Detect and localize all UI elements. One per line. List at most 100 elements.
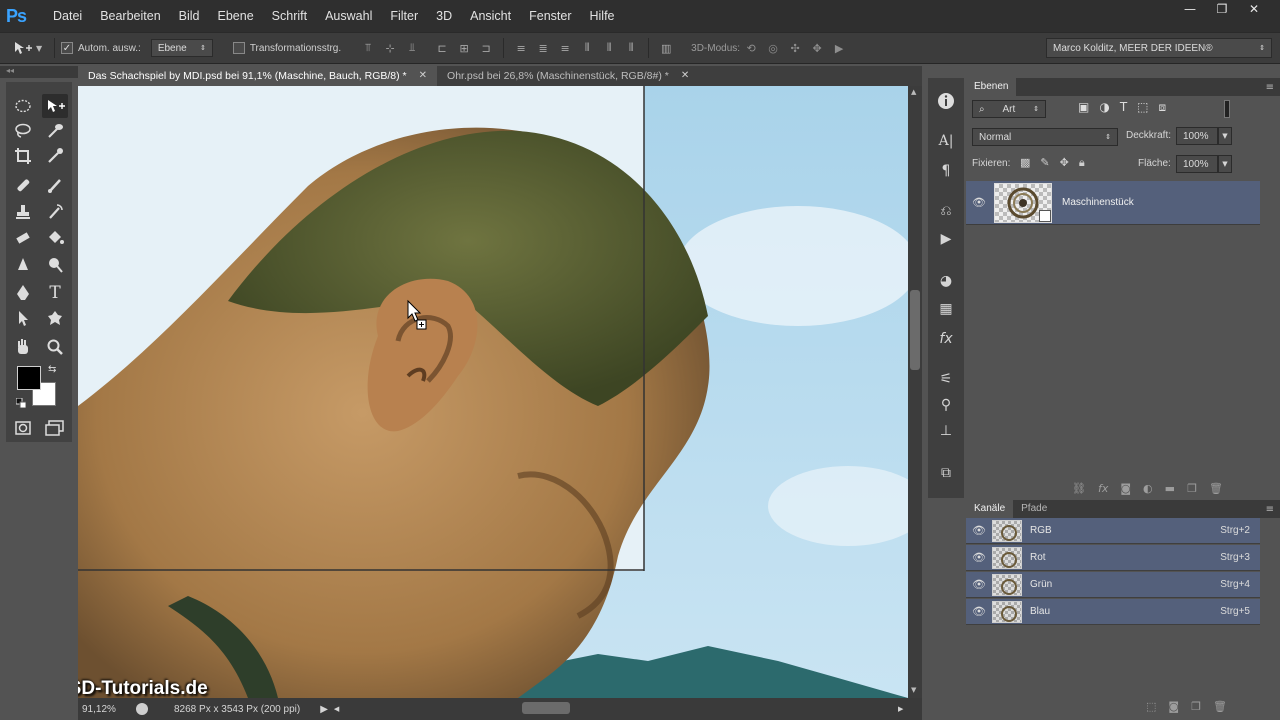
align-vcenter-icon[interactable]: ⊹ [382,41,398,55]
tab-das-schachspiel[interactable]: Das Schachspiel by MDI.psd bei 91,1% (Ma… [78,66,438,86]
auto-align-icon[interactable]: ▥ [658,41,674,55]
zoom-tool-icon[interactable] [42,335,68,359]
path-selection-tool-icon[interactable] [10,306,36,330]
layer-filter-dropdown[interactable]: ⌕ Art ⇕ [972,100,1046,118]
channel-row-rot[interactable]: 👁︎ Rot Strg+3 [966,545,1260,571]
3d-drag-icon[interactable]: ✣ [787,41,803,55]
workspace-dropdown[interactable]: Marco Kolditz, MEER DER IDEEN® ⇕ [1046,38,1272,58]
screen-mode-icon[interactable] [42,416,68,440]
fill-field[interactable]: 100% [1176,155,1218,173]
document-canvas[interactable]: PSD-Tutorials.de [78,86,908,698]
eye-icon[interactable]: 👁︎ [972,196,986,209]
lock-pixels-icon[interactable]: ✎ [1040,156,1049,170]
distribute-hcenter-icon[interactable]: ⫴ [601,41,617,55]
panel-menu-icon[interactable]: ≡ [1266,504,1274,515]
channel-row-blau[interactable]: 👁︎ Blau Strg+5 [966,599,1260,625]
filter-adjustment-icon[interactable]: ◑ [1099,100,1109,115]
align-right-icon[interactable]: ⊐ [478,41,494,55]
adjustment-layer-icon[interactable]: ◐ [1143,482,1153,495]
menu-ansicht[interactable]: Ansicht [461,0,520,32]
move-tool-preset-icon[interactable]: ▼ [12,40,48,56]
menu-bearbeiten[interactable]: Bearbeiten [91,0,169,32]
lock-transparent-icon[interactable]: ▩ [1020,156,1030,170]
paragraph-icon[interactable]: ¶ [932,160,960,182]
color-icon[interactable]: ◕ [932,270,960,292]
lasso-tool-icon[interactable] [10,119,36,143]
fill-dropdown-arrow[interactable]: ▼ [1218,155,1232,173]
brush-tool-icon[interactable] [42,173,68,197]
swatches-icon[interactable]: ▦ [932,298,960,320]
paint-bucket-tool-icon[interactable] [42,226,68,250]
eraser-tool-icon[interactable] [10,226,36,250]
new-channel-icon[interactable]: ❐ [1191,700,1201,713]
clone-source-icon[interactable]: ⊥ [932,420,960,442]
menu-3d[interactable]: 3D [427,0,461,32]
opacity-field[interactable]: 100% [1176,127,1218,145]
distribute-right-icon[interactable]: ⦀ [623,41,639,55]
distribute-left-icon[interactable]: ⦀ [579,41,595,55]
distribute-vcenter-icon[interactable]: ≣ [535,41,551,55]
blur-tool-icon[interactable] [10,253,36,277]
3d-roll-icon[interactable]: ◎ [765,41,781,55]
layer-row-maschinenstueck[interactable]: 👁︎ Maschinenstück [966,181,1260,225]
scroll-right-arrow[interactable]: ▶ [898,705,903,713]
new-group-icon[interactable]: ▬ [1165,482,1175,495]
3d-rotate-icon[interactable]: ⟲ [743,41,759,55]
dodge-tool-icon[interactable] [42,253,68,277]
load-selection-icon[interactable]: ⬚ [1146,700,1156,713]
blend-mode-dropdown[interactable]: Normal ⇕ [972,128,1118,146]
close-icon[interactable]: ✕ [419,66,427,86]
link-layers-icon[interactable]: ⛓︎ [1072,482,1086,495]
3d-slide-icon[interactable]: ✥ [809,41,825,55]
align-top-icon[interactable]: ⫪ [360,41,376,55]
default-colors-icon[interactable] [15,397,27,409]
distribute-bottom-icon[interactable]: ≡ [557,41,573,55]
quick-selection-tool-icon[interactable] [42,119,68,143]
styles-icon[interactable]: fx [932,328,960,350]
toolbar-collapse-arrows[interactable]: ◂◂ [0,66,78,78]
crop-tool-icon[interactable] [10,144,36,168]
lock-all-icon[interactable]: 🔒︎ [1079,156,1085,170]
hand-tool-icon[interactable] [10,335,36,359]
actions-icon[interactable]: ▶ [932,228,960,250]
eye-icon[interactable]: 👁︎ [972,524,986,537]
auto-select-checkbox[interactable]: ✓ [61,42,73,54]
save-selection-icon[interactable]: ◙ [1168,700,1179,713]
foreground-color-swatch[interactable] [17,366,41,390]
adjustments-icon[interactable]: ⚟ [932,368,960,390]
clone-stamp-tool-icon[interactable] [10,200,36,224]
lock-position-icon[interactable]: ✥ [1060,156,1069,170]
menu-datei[interactable]: Datei [44,0,91,32]
menu-filter[interactable]: Filter [381,0,427,32]
healing-brush-tool-icon[interactable] [10,173,36,197]
align-left-icon[interactable]: ⊏ [434,41,450,55]
menu-ebene[interactable]: Ebene [209,0,263,32]
filter-toggle[interactable] [1224,100,1230,118]
close-icon[interactable]: ✕ [681,66,689,86]
vertical-scrollbar[interactable]: ▲ ▼ [908,86,922,698]
status-info-icon[interactable] [136,703,148,715]
eye-icon[interactable]: 👁︎ [972,578,986,591]
layer-style-icon[interactable]: fx [1098,482,1108,495]
3d-scale-icon[interactable]: ▶ [831,41,847,55]
channel-row-rgb[interactable]: 👁︎ RGB Strg+2 [966,518,1260,544]
auto-select-target-dropdown[interactable]: Ebene ⇕ [150,39,213,57]
swap-colors-icon[interactable]: ⇆ [48,364,56,375]
close-button[interactable]: ✕ [1238,0,1270,18]
menu-bild[interactable]: Bild [170,0,209,32]
eyedropper-tool-icon[interactable] [42,144,68,168]
3d-icon[interactable]: ⧉ [932,462,960,484]
channel-row-gruen[interactable]: 👁︎ Grün Strg+4 [966,572,1260,598]
horizontal-scroll-thumb[interactable] [522,702,570,714]
scroll-down-arrow[interactable]: ▼ [911,686,916,694]
scroll-left-arrow[interactable]: ◀ [334,705,339,713]
filter-smart-object-icon[interactable]: ⧈ [1159,100,1167,115]
history-icon[interactable]: ⎌ [932,200,960,222]
vertical-scroll-thumb[interactable] [910,290,920,370]
menu-fenster[interactable]: Fenster [520,0,580,32]
align-hcenter-icon[interactable]: ⊞ [456,41,472,55]
brush-presets-icon[interactable]: ⚲ [932,394,960,416]
status-menu-arrow[interactable]: ▶ [320,704,328,715]
align-bottom-icon[interactable]: ⫫ [404,41,420,55]
delete-channel-icon[interactable]: 🗑︎ [1213,700,1227,713]
